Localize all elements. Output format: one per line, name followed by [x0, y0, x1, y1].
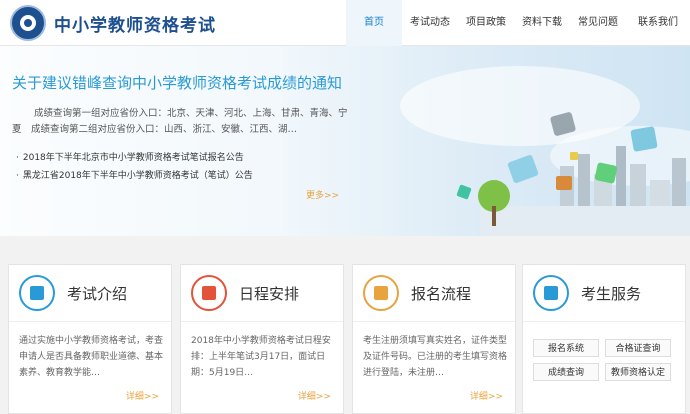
top-bar: 中小学教师资格考试 首页 考试动态 项目政策 资料下载 常见问题 联系我们: [0, 0, 690, 46]
divider: [9, 321, 171, 322]
nav-policy[interactable]: 项目政策: [458, 0, 514, 46]
card-text: 2018年中小学教师资格考试日程安排：上半年笔试3月17日，面试日期：5月19日…: [191, 336, 331, 378]
hero-headline[interactable]: 关于建议错峰查询中小学教师资格考试成绩的通知: [12, 72, 342, 93]
card-title[interactable]: 考试介绍: [67, 283, 127, 304]
score-query-button[interactable]: 成绩查询: [533, 363, 599, 381]
card-more-link[interactable]: 详细>>: [470, 389, 503, 402]
qualification-cert-button[interactable]: 教师资格认定: [605, 363, 671, 381]
hero-paragraph: 成绩查询第一组对应省份入口：北京、天津、河北、上海、甘肃、青海、宁夏 成绩查询第…: [12, 108, 348, 135]
card-text: 通过实施中小学教师资格考试，考查申请人是否具备教师职业道德、基本素养、教育教学能…: [19, 336, 163, 378]
hero-more-link[interactable]: 更多>>: [306, 188, 339, 201]
divider: [353, 321, 515, 322]
nav-exam-news[interactable]: 考试动态: [402, 0, 458, 46]
card-title[interactable]: 报名流程: [411, 283, 471, 304]
card-more-link[interactable]: 详细>>: [298, 389, 331, 402]
site-logo-icon[interactable]: [10, 5, 46, 41]
card-more-link[interactable]: 详细>>: [126, 389, 159, 402]
certificate-query-button[interactable]: 合格证查询: [605, 339, 671, 357]
card-title[interactable]: 日程安排: [239, 283, 299, 304]
notice-link-2[interactable]: 黑龙江省2018年下半年中小学教师资格考试（笔试）公告: [16, 168, 253, 181]
hero-banner: 关于建议错峰查询中小学教师资格考试成绩的通知 成绩查询第一组对应省份入口：北京、…: [0, 46, 690, 236]
nav-faq[interactable]: 常见问题: [570, 0, 626, 46]
nav-home[interactable]: 首页: [346, 0, 402, 46]
registration-system-button[interactable]: 报名系统: [533, 339, 599, 357]
document-icon: [19, 275, 55, 311]
card-exam-intro: 考试介绍 通过实施中小学教师资格考试，考查申请人是否具备教师职业道德、基本素养、…: [8, 264, 172, 414]
divider: [523, 321, 685, 322]
card-title[interactable]: 考生服务: [581, 283, 641, 304]
card-registration: 报名流程 考生注册须填写真实姓名，证件类型及证件号码。已注册的考生填写资格进行登…: [352, 264, 516, 414]
main-nav: 首页 考试动态 项目政策 资料下载 常见问题 联系我们: [346, 0, 690, 46]
id-card-icon: [363, 275, 399, 311]
notice-link-1[interactable]: 2018年下半年北京市中小学教师资格考试笔试报名公告: [16, 150, 244, 163]
card-candidate-services: 考生服务 报名系统 合格证查询 成绩查询 教师资格认定: [522, 264, 686, 414]
site-title[interactable]: 中小学教师资格考试: [54, 11, 216, 36]
divider: [181, 321, 343, 322]
nav-contact[interactable]: 联系我们: [626, 0, 690, 46]
contacts-icon: [533, 275, 569, 311]
feature-cards: 考试介绍 通过实施中小学教师资格考试，考查申请人是否具备教师职业道德、基本素养、…: [0, 236, 690, 414]
card-schedule: 日程安排 2018年中小学教师资格考试日程安排：上半年笔试3月17日，面试日期：…: [180, 264, 344, 414]
nav-downloads[interactable]: 资料下载: [514, 0, 570, 46]
card-text: 考生注册须填写真实姓名，证件类型及证件号码。已注册的考生填写资格进行登陆，未注册…: [363, 336, 507, 378]
checkmark-icon: [191, 275, 227, 311]
